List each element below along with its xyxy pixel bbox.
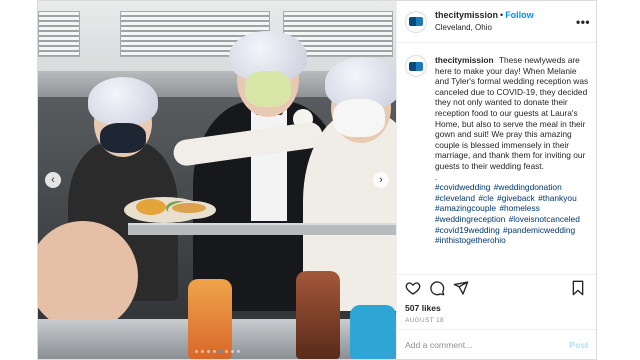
city-mission-logo-icon — [409, 17, 423, 26]
next-photo-button[interactable]: › — [373, 172, 389, 188]
post-side-panel: thecitymission • Follow Cleveland, Ohio ••… — [396, 1, 596, 359]
post-location[interactable]: Cleveland, Ohio — [435, 22, 576, 33]
post-header-row: thecitymission • Follow — [435, 10, 576, 21]
photo-face-mask — [245, 71, 291, 107]
caption-dot-line: . — [435, 171, 438, 182]
photo-groom-shirt — [251, 101, 287, 221]
photo-hairnet — [88, 77, 158, 125]
post-photo[interactable]: ‹ › — [38, 1, 396, 359]
photo-food — [136, 199, 166, 215]
comment-icon[interactable] — [429, 280, 445, 296]
comment-bar: Post — [397, 329, 596, 359]
account-avatar[interactable] — [405, 10, 427, 33]
photo-food — [172, 203, 206, 213]
post-header-names: thecitymission • Follow Cleveland, Ohio — [435, 10, 576, 33]
carousel-dot — [200, 350, 204, 353]
photo-face-mask — [333, 99, 385, 137]
carousel-dot — [236, 350, 240, 353]
photo-vent — [38, 11, 80, 57]
like-count[interactable]: 507 likes — [397, 301, 596, 315]
comment-input[interactable] — [405, 339, 570, 350]
carousel-dot — [218, 350, 222, 353]
carousel-dot — [194, 350, 198, 353]
follow-button[interactable]: Follow — [505, 10, 534, 20]
share-icon[interactable] — [453, 280, 469, 296]
post-date[interactable]: AUGUST 18 — [397, 315, 596, 329]
heart-icon[interactable] — [405, 280, 421, 296]
caption-username[interactable]: thecitymission — [435, 55, 494, 65]
previous-photo-button[interactable]: ‹ — [45, 172, 61, 188]
more-options-icon[interactable]: ••• — [576, 15, 590, 29]
post-header: thecitymission • Follow Cleveland, Ohio ••… — [397, 1, 596, 43]
carousel-dot — [230, 350, 234, 353]
caption-text: thecitymission These newlyweds are here … — [435, 55, 590, 274]
city-mission-logo-icon — [409, 61, 423, 71]
account-username[interactable]: thecitymission — [435, 10, 498, 20]
caption-body: These newlyweds are here to make your da… — [435, 55, 589, 171]
instagram-post: ‹ › thecitymission • Follow Cleveland, Ohi… — [37, 0, 597, 360]
post-comment-button[interactable]: Post — [569, 340, 588, 350]
caption-hashtags[interactable]: #covidwedding #weddingdonation #clevelan… — [435, 182, 590, 246]
carousel-dot — [224, 350, 228, 353]
photo-serving-shelf — [128, 223, 396, 235]
carousel-dot — [212, 350, 216, 353]
bookmark-icon[interactable] — [570, 280, 586, 296]
header-separator: • — [500, 10, 504, 20]
screenshot-canvas: ‹ › thecitymission • Follow Cleveland, Ohi… — [0, 0, 640, 360]
photo-sauce-bottle — [188, 279, 232, 359]
carousel-indicator — [38, 350, 396, 353]
caption-avatar[interactable] — [405, 55, 427, 77]
photo-face-mask — [100, 123, 146, 153]
carousel-dot — [206, 350, 210, 353]
post-actions — [397, 275, 596, 301]
photo-sauce-bottle — [296, 271, 340, 359]
caption-area: thecitymission These newlyweds are here … — [397, 43, 596, 275]
